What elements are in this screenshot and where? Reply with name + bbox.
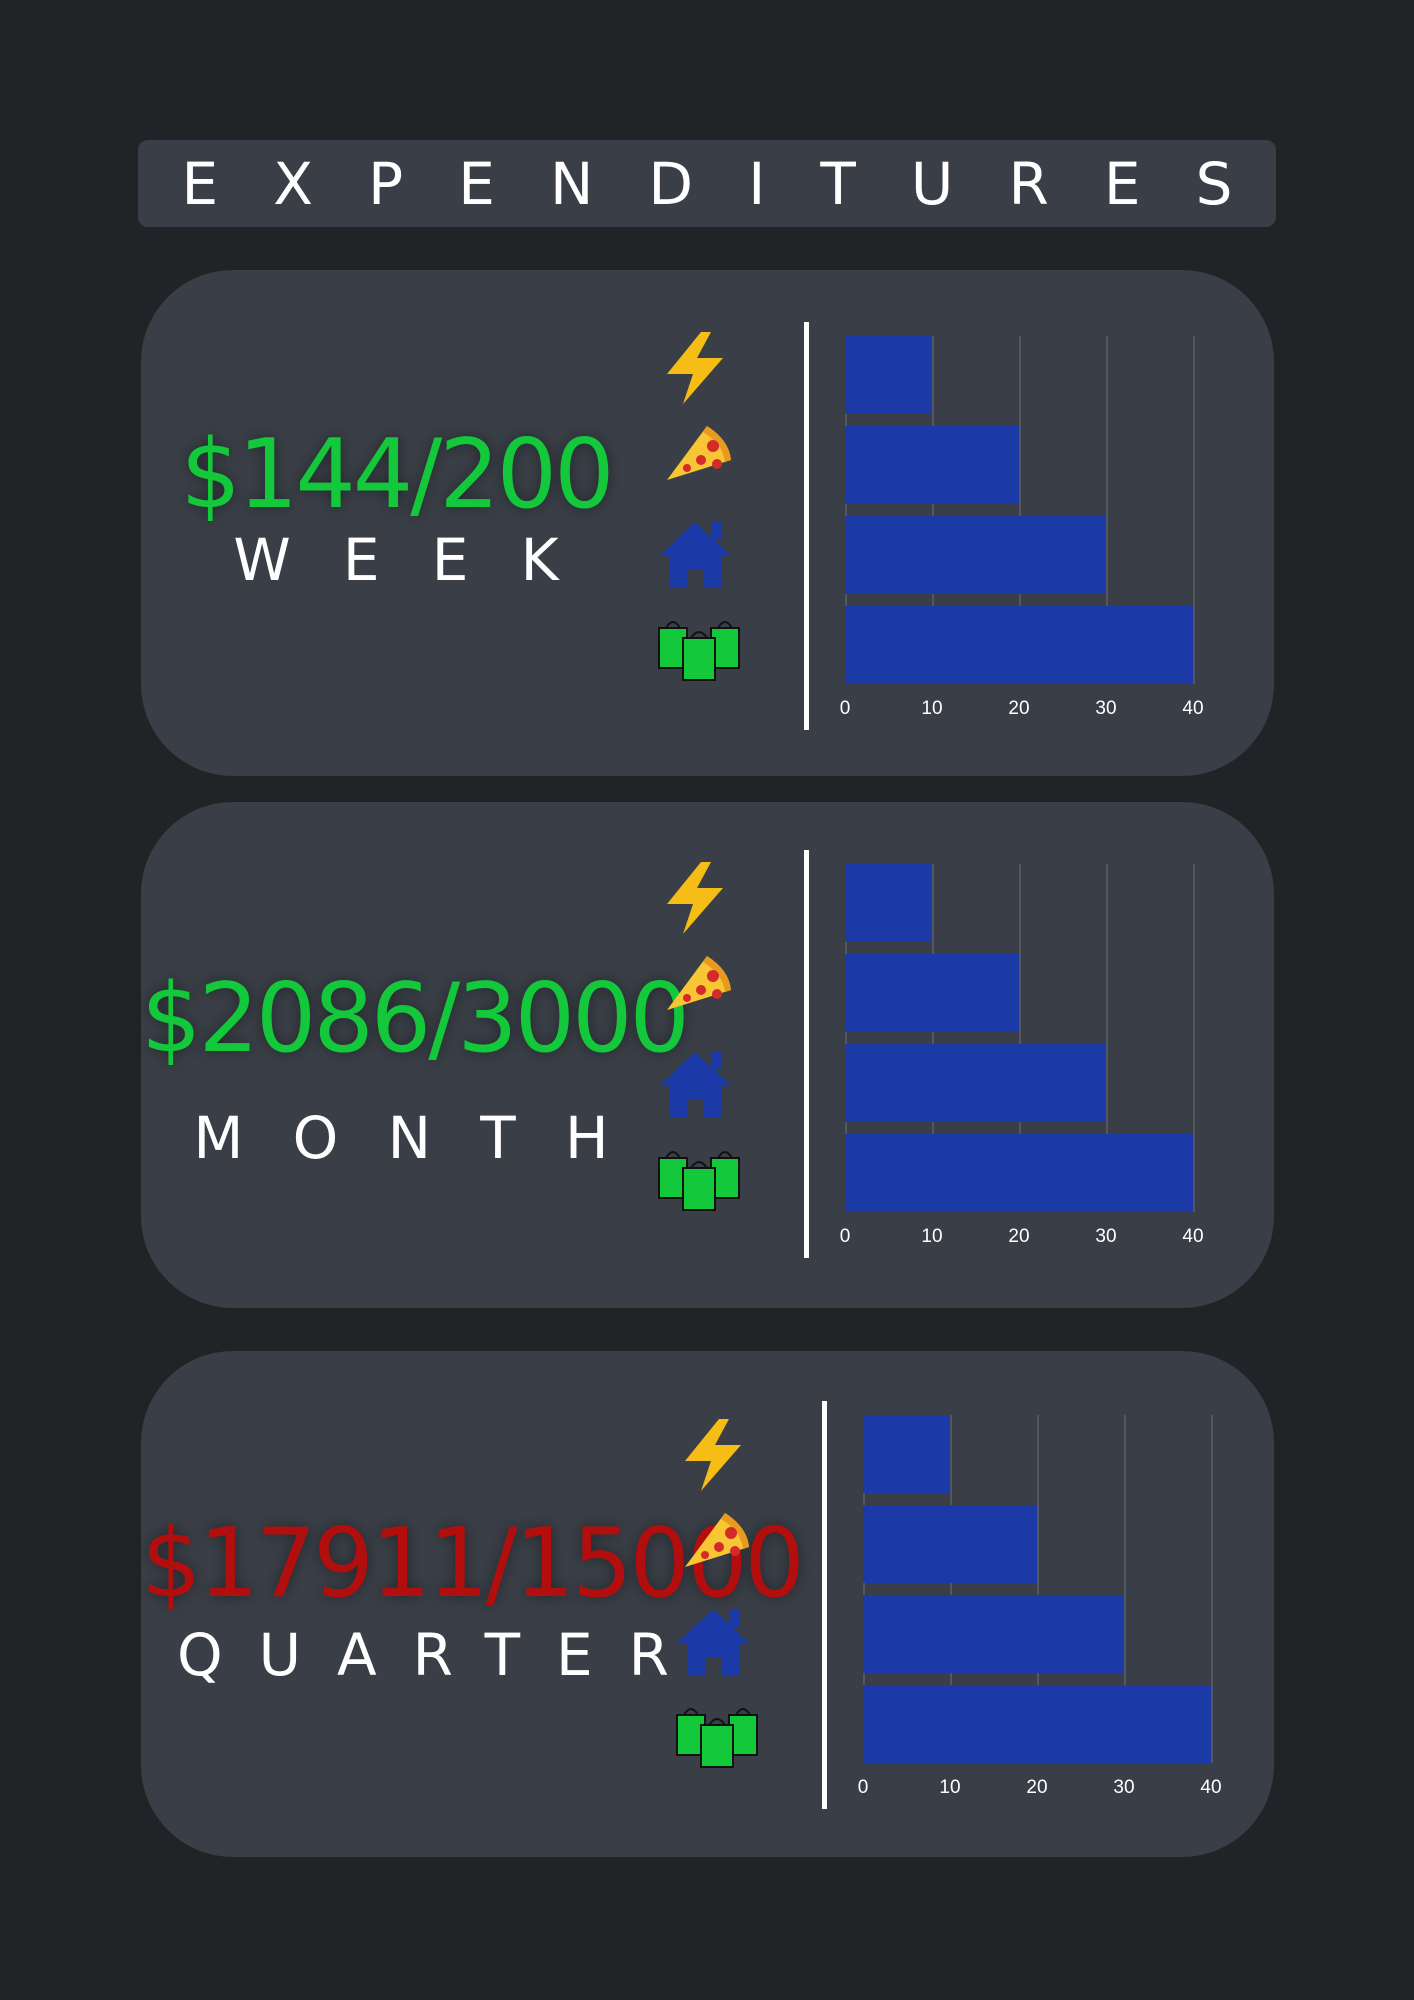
bar-pizza (863, 1505, 1037, 1583)
month-period-label: MONTH (193, 1104, 658, 1172)
page-title: EXPENDITURES (181, 149, 1288, 218)
bar-shopping-bags (863, 1685, 1211, 1763)
x-tick-label: 30 (1095, 698, 1116, 719)
pizza-icon (661, 420, 735, 488)
month-card: $2086/3000 MONTH 0 10 20 30 40 (141, 802, 1274, 1308)
x-tick-label: 20 (1008, 1226, 1029, 1247)
month-bar-chart: 0 10 20 30 40 (840, 864, 1204, 1247)
week-card: $144/200 WEEK 0 10 20 30 40 (141, 270, 1274, 776)
bar-shopping-bags (845, 1134, 1193, 1212)
month-summary: $2086/3000 MONTH (141, 964, 690, 1172)
bar-lightning-bolt (863, 1415, 950, 1493)
pizza-icon (679, 1507, 753, 1575)
week-period-label: WEEK (233, 526, 611, 594)
x-tick-label: 10 (921, 698, 942, 719)
house-icon (673, 1605, 753, 1681)
quarter-amount: $17911/15000 (141, 1509, 805, 1619)
bar-house (863, 1595, 1124, 1673)
week-summary: $144/200 WEEK (141, 420, 651, 594)
x-tick-label: 40 (1182, 698, 1203, 719)
chart-divider (822, 1401, 827, 1809)
quarter-card: $17911/15000 QUARTER 0 10 20 30 40 (141, 1351, 1274, 1857)
quarter-summary: $17911/15000 QUARTER (141, 1509, 805, 1689)
x-tick-label: 40 (1200, 1777, 1221, 1798)
category-icons (658, 330, 751, 690)
x-tick-label: 0 (858, 1777, 869, 1798)
chart-divider (804, 850, 809, 1258)
x-tick-label: 0 (840, 1226, 851, 1247)
bar-house (845, 516, 1106, 594)
x-tick-label: 20 (1008, 698, 1029, 719)
chart-divider (804, 322, 809, 730)
quarter-period-label: QUARTER (176, 1621, 705, 1689)
shopping-bags-icon (675, 1703, 761, 1773)
bar-pizza (845, 426, 1019, 504)
lightning-bolt-icon (661, 330, 731, 410)
shopping-bags-icon (657, 1146, 743, 1216)
x-tick-label: 20 (1026, 1777, 1047, 1798)
week-bar-chart: 0 10 20 30 40 (840, 336, 1204, 719)
lightning-bolt-icon (661, 860, 731, 940)
week-amount: $144/200 (180, 420, 614, 530)
category-icons (676, 1417, 769, 1777)
shopping-bags-icon (657, 616, 743, 686)
house-icon (655, 1048, 735, 1124)
bar-shopping-bags (845, 606, 1193, 684)
house-icon (655, 518, 735, 594)
x-tick-label: 30 (1113, 1777, 1134, 1798)
bar-lightning-bolt (845, 864, 932, 942)
month-amount: $2086/3000 (141, 964, 690, 1074)
x-tick-label: 10 (921, 1226, 942, 1247)
title-bar: EXPENDITURES (138, 140, 1276, 227)
bar-house (845, 1044, 1106, 1122)
x-tick-label: 10 (939, 1777, 960, 1798)
lightning-bolt-icon (679, 1417, 749, 1497)
pizza-icon (661, 950, 735, 1018)
x-tick-label: 0 (840, 698, 851, 719)
category-icons (658, 860, 751, 1220)
quarter-bar-chart: 0 10 20 30 40 (858, 1415, 1222, 1798)
x-tick-label: 30 (1095, 1226, 1116, 1247)
bar-lightning-bolt (845, 336, 932, 414)
x-tick-label: 40 (1182, 1226, 1203, 1247)
bar-pizza (845, 954, 1019, 1032)
